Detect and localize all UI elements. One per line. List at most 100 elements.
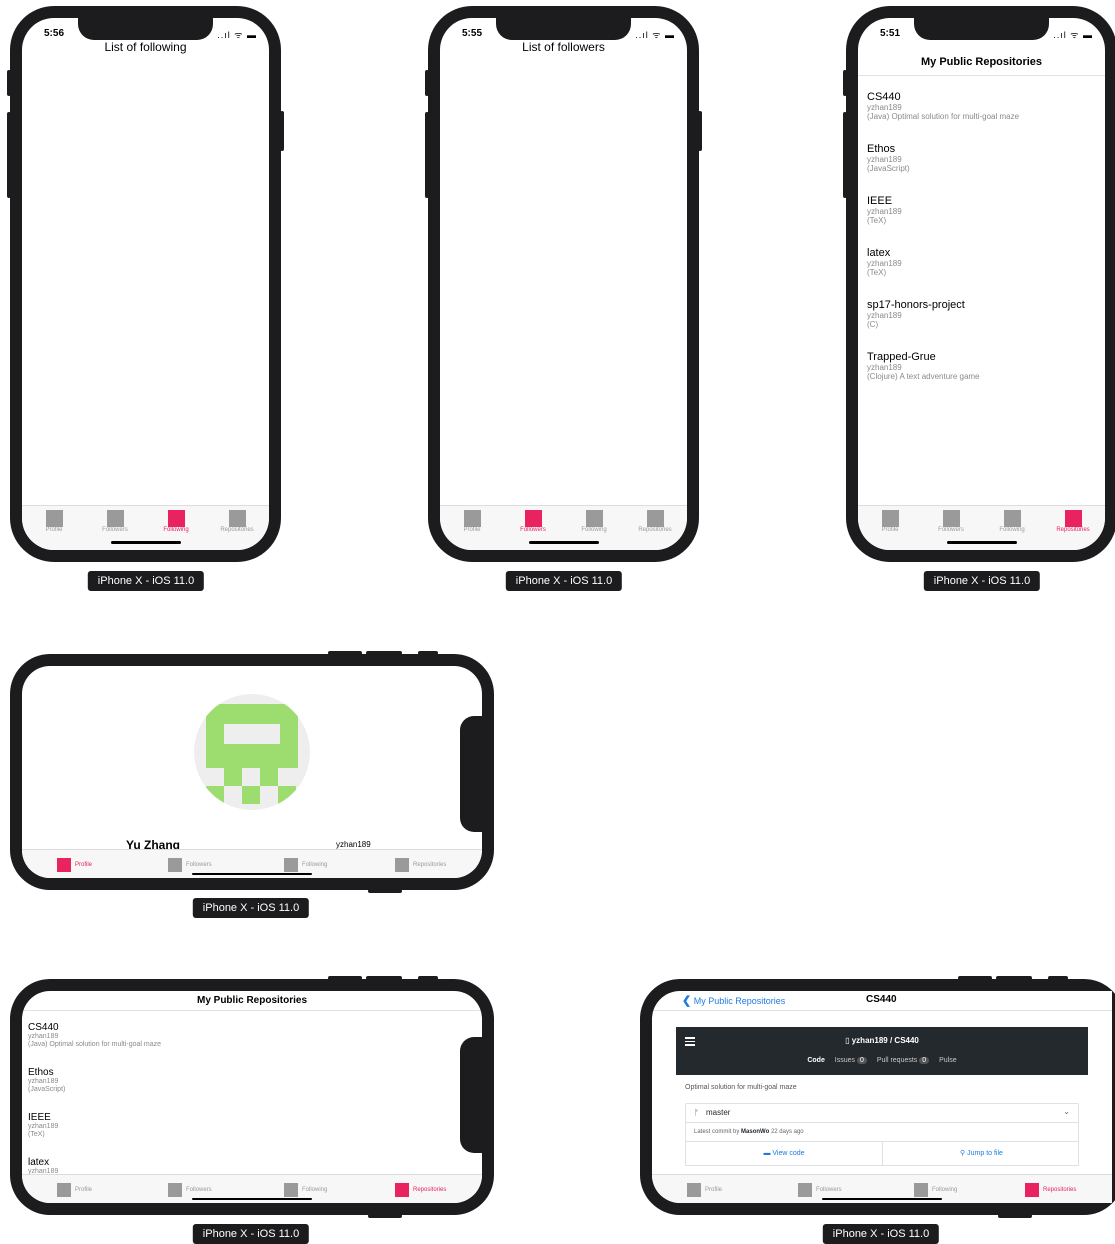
device-repositories-landscape: My Public Repositories CS440 yzhan189 (Jav… [10,976,494,1218]
side-button [368,1214,402,1218]
list-item[interactable]: sp17-honors-project yzhan189 (C) [867,299,965,329]
home-indicator[interactable] [192,873,312,875]
screen: Yu Zhang yzhan189 Profile Followers Foll… [22,666,482,878]
view-code-button[interactable]: ▬ View code [686,1142,883,1165]
github-tabs: Code Issues 0 Pull requests 0 Pulse [676,1057,1088,1064]
github-repo-path[interactable]: ▯ yzhan189 / CS440 [676,1036,1088,1045]
tab-icon [106,510,124,527]
repo-path-label: yzhan189 / CS440 [851,1036,919,1045]
tab-repositories[interactable]: Repositories [395,856,446,874]
home-indicator[interactable] [822,1198,942,1200]
navbar-divider [652,1010,1112,1011]
code-actions: ▬ View code ⚲ Jump to file [685,1142,1079,1166]
commit-prefix: Latest commit by [694,1129,740,1135]
list-item[interactable]: Ethos yzhan189 (JavaScript) [28,1067,65,1094]
jump-to-file-button[interactable]: ⚲ Jump to file [883,1142,1080,1165]
side-button [280,111,284,151]
device-following: 5:56 ..ıl ᯤ ▬ List of following Profile … [7,6,284,562]
tab-code[interactable]: Code [807,1057,825,1064]
tab-following[interactable]: Following [284,1181,327,1199]
tab-label: Repositories [413,861,447,868]
tab-label: Followers [520,527,546,533]
side-button [366,976,402,980]
tab-following[interactable]: Following [914,1181,957,1199]
side-button [425,70,429,96]
tab-icon [798,1182,812,1197]
tab-label: Pull requests [876,1057,918,1064]
tab-repositories[interactable]: Repositories [215,510,259,533]
tab-repositories[interactable]: Repositories [633,510,677,533]
device-label: iPhone X - iOS 11.0 [923,571,1041,591]
notch [460,716,482,832]
repo-name: CS440 [28,1022,59,1033]
home-indicator[interactable] [111,541,181,544]
tab-repositories[interactable]: Repositories [395,1181,446,1199]
tab-followers[interactable]: Followers [929,510,973,533]
tab-profile[interactable]: Profile [32,510,76,533]
list-item[interactable]: CS440 yzhan189 (Java) Optimal solution for… [28,1022,161,1049]
tab-profile[interactable]: Profile [57,856,92,874]
branch-select[interactable]: ᚠ master ⌄ [685,1103,1079,1123]
list-item[interactable]: CS440 yzhan189 (Java) Optimal solution for… [867,91,1019,121]
tab-followers[interactable]: Followers [168,1181,212,1199]
repo-description: (Java) Optimal solution for multi-goal m… [867,112,1020,121]
identicon-block [260,768,278,786]
tab-following[interactable]: Following [572,510,616,533]
tab-pull-requests[interactable]: Pull requests 0 [876,1057,930,1064]
repo-name: Ethos [867,143,896,155]
status-time: 5:55 [462,28,483,39]
chevron-left-icon: ❮ [682,995,692,1007]
tab-issues[interactable]: Issues 0 [835,1057,867,1064]
side-button [425,112,429,160]
home-indicator[interactable] [947,541,1017,544]
side-button [328,651,362,655]
tab-followers[interactable]: Followers [511,510,555,533]
device-repo-detail-landscape: ❮ My Public Repositories CS440 ▯ yzhan18… [640,976,1115,1218]
back-button-label: My Public Repositories [693,996,786,1006]
repo-description: (Clojure) A text adventure game [867,372,980,381]
tab-label: Following [932,1186,958,1193]
list-item[interactable]: IEEE yzhan189 (TeX) [28,1112,58,1139]
tab-label: Repositories [413,1186,447,1193]
repo-name: CS440 [867,91,901,103]
list-item[interactable]: IEEE yzhan189 (TeX) [867,195,902,225]
tab-followers[interactable]: Followers [168,856,212,874]
tab-profile[interactable]: Profile [450,510,494,533]
home-indicator[interactable] [192,1198,312,1200]
list-item[interactable]: latex yzhan189 (TeX) [867,247,902,277]
tab-following[interactable]: Following [154,510,198,533]
list-item[interactable]: Trapped-Grue yzhan189 (Clojure) A text adv… [867,351,980,381]
home-indicator[interactable] [529,541,599,544]
commit-time: 22 days ago [770,1129,804,1135]
repo-description: (TeX) [867,216,887,225]
view-code-label: View code [772,1150,805,1157]
tab-repositories[interactable]: Repositories [1051,510,1095,533]
tab-repositories[interactable]: Repositories [1025,1181,1076,1199]
tab-pulse[interactable]: Pulse [939,1057,957,1064]
back-button[interactable]: ❮ My Public Repositories [682,994,785,1007]
side-button [425,156,429,198]
identicon-block [242,786,260,804]
navbar-divider [22,1010,482,1011]
commit-author[interactable]: MasonWo [741,1129,769,1135]
count-badge: 0 [856,1057,867,1064]
screen: 5:56 ..ıl ᯤ ▬ List of following Profile … [22,18,269,550]
github-webview: ▯ yzhan189 / CS440 Code Issues 0 Pull re… [676,1027,1088,1179]
list-item[interactable]: Ethos yzhan189 (JavaScript) [867,143,910,173]
tab-icon [585,510,603,527]
tab-profile[interactable]: Profile [57,1181,92,1199]
tab-followers[interactable]: Followers [93,510,137,533]
tab-icon [942,510,960,527]
tab-label: Code [807,1057,825,1064]
tab-following[interactable]: Following [284,856,327,874]
tab-icon [57,857,71,872]
screen: 5:51 ..ıl ᯤ ▬ My Public Repositories CS4… [858,18,1105,550]
tab-profile[interactable]: Profile [868,510,912,533]
side-button [328,976,362,980]
tab-following[interactable]: Following [990,510,1034,533]
tab-label: Profile [75,1186,93,1193]
tab-label: Profile [463,527,481,533]
tab-profile[interactable]: Profile [687,1181,722,1199]
tab-label: Profile [705,1186,723,1193]
tab-followers[interactable]: Followers [798,1181,842,1199]
